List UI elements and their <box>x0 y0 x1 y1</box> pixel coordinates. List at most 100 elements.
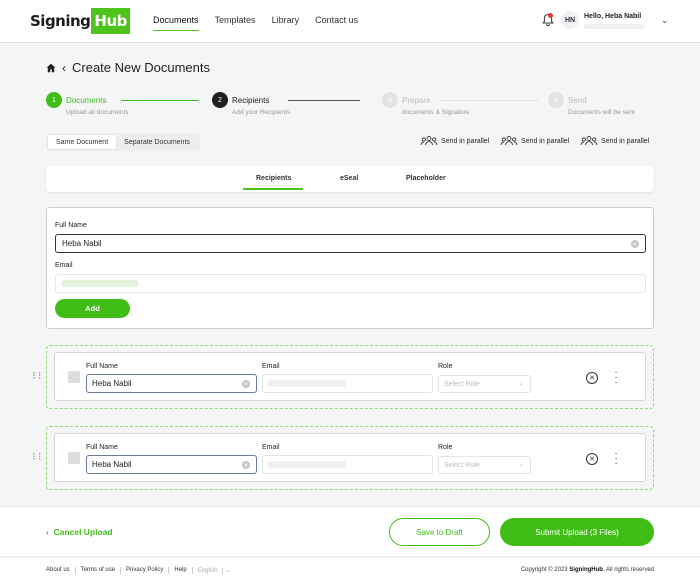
page-header: ‹ Create New Documents <box>46 60 210 75</box>
remove-recipient-icon[interactable]: ✕ <box>586 372 598 384</box>
step-sub: Upload all documents <box>66 109 129 116</box>
recipient-checkbox[interactable] <box>68 371 80 383</box>
role-placeholder: Select Role <box>444 461 480 469</box>
clear-icon[interactable]: ✕ <box>242 380 250 388</box>
drag-handle-icon[interactable]: ⠇⠇ <box>32 371 44 382</box>
notification-dot <box>548 13 553 18</box>
step-label: Send <box>568 96 587 105</box>
users-group-icon <box>580 136 598 146</box>
role-select[interactable]: Select Role ⌄ <box>438 456 531 474</box>
same-document-option[interactable]: Same Document <box>48 135 117 149</box>
copyright-suffix: . All rights reserved <box>602 567 654 573</box>
footer-link-help[interactable]: Help <box>169 567 193 574</box>
email-value-redacted <box>62 280 138 287</box>
language-label: English <box>197 568 224 574</box>
step-sub: Add your Recipients <box>232 109 291 116</box>
nav-contact-us[interactable]: Contact us <box>315 15 358 31</box>
users-group-icon <box>420 136 438 146</box>
tab-placeholder[interactable]: Placeholder <box>406 175 446 182</box>
add-recipient-form: Full Name Heba Nabil ✕ Email Add <box>46 207 654 329</box>
step-sub: documents & Signature <box>402 109 470 116</box>
role-label: Role <box>438 444 453 451</box>
cancel-upload-link[interactable]: ‹ Cancel Upload <box>46 527 113 537</box>
recipient-card: Full Name Heba Nabil ✕ Email Role Select… <box>54 433 646 482</box>
email-value-redacted <box>268 380 346 387</box>
chevron-left-icon: ‹ <box>46 527 54 537</box>
add-button[interactable]: Add <box>55 299 130 318</box>
chevron-down-icon: ⌄ <box>518 380 524 387</box>
full-name-label: Full Name <box>55 222 87 229</box>
full-name-input[interactable]: Heba Nabil ✕ <box>55 234 646 253</box>
chevron-down-icon: ⌄ <box>518 461 524 468</box>
chevron-down-icon[interactable]: ⌄ <box>661 15 669 26</box>
role-label: Role <box>438 363 453 370</box>
home-icon[interactable] <box>46 63 56 73</box>
email-label: Email <box>262 363 280 370</box>
step-label: Recipients <box>232 96 270 105</box>
recipient-name-value: Heba Nabil <box>92 379 132 388</box>
role-placeholder: Select Role <box>444 380 480 388</box>
clear-icon[interactable]: ✕ <box>631 240 639 248</box>
language-select[interactable]: English ⌄ <box>193 567 235 574</box>
action-bar: ‹ Cancel Upload Save to Draft Submit Upl… <box>0 506 700 556</box>
user-greeting[interactable]: Hello, Heba Nabil <box>584 13 641 20</box>
back-icon[interactable]: ‹ <box>62 61 66 75</box>
main-nav: Documents Templates Library Contact us <box>153 15 358 31</box>
recipient-row: Full Name Heba Nabil ✕ Email Role Select… <box>46 426 654 490</box>
email-input[interactable] <box>55 274 646 293</box>
send-in-parallel-option[interactable]: Send in parallel <box>580 135 649 147</box>
tab-eseal[interactable]: eSeal <box>340 175 358 182</box>
signinghub-logo[interactable]: Signing Hub <box>30 7 130 35</box>
clear-icon[interactable]: ✕ <box>242 461 250 469</box>
step-connector <box>121 100 199 101</box>
save-to-draft-button[interactable]: Save to Draft <box>389 518 490 546</box>
step-number: 4 <box>548 92 564 108</box>
copyright-prefix: Copyright © 2023 <box>520 567 570 573</box>
recipient-tabs: Recipients eSeal Placeholder <box>46 166 654 192</box>
remove-recipient-icon[interactable]: ✕ <box>586 453 598 465</box>
users-group-icon <box>500 136 518 146</box>
submit-upload-button[interactable]: Submit Upload (3 Files) <box>500 518 654 546</box>
active-tab-indicator <box>243 188 303 190</box>
full-name-label: Full Name <box>86 444 118 451</box>
send-in-parallel-option[interactable]: Send in parallel <box>420 135 489 147</box>
footer-link-about[interactable]: About us <box>46 567 76 574</box>
step-number: 2 <box>212 92 228 108</box>
email-label: Email <box>55 262 73 269</box>
recipient-email-input[interactable] <box>262 455 433 474</box>
more-options-icon[interactable]: · · · <box>612 449 620 469</box>
nav-templates[interactable]: Templates <box>215 15 256 31</box>
send-in-parallel-option[interactable]: Send in parallel <box>500 135 569 147</box>
send-in-parallel-label: Send in parallel <box>521 137 570 145</box>
step-label: Documents <box>66 96 107 105</box>
cancel-upload-label: Cancel Upload <box>53 527 113 537</box>
drag-handle-icon[interactable]: ⠇⠇ <box>32 452 44 463</box>
step-number: 1 <box>46 92 62 108</box>
footer: About us Terms of use Privacy Policy Hel… <box>0 557 700 583</box>
footer-link-privacy[interactable]: Privacy Policy <box>121 567 170 574</box>
step-sub: Documents will be sent <box>568 109 635 116</box>
footer-link-terms[interactable]: Terms of use <box>76 567 122 574</box>
more-options-icon[interactable]: · · · <box>612 368 620 388</box>
role-select[interactable]: Select Role ⌄ <box>438 375 531 393</box>
nav-documents[interactable]: Documents <box>153 15 199 31</box>
logo-box: Hub <box>91 8 130 34</box>
logo-text: Signing <box>30 12 91 30</box>
step-number: 3 <box>382 92 398 108</box>
recipient-card: Full Name Heba Nabil ✕ Email Role Select… <box>54 352 646 401</box>
nav-library[interactable]: Library <box>272 15 300 31</box>
send-in-parallel-label: Send in parallel <box>441 137 490 145</box>
avatar[interactable]: HN <box>561 11 579 29</box>
step-connector <box>439 100 539 101</box>
recipient-row: Full Name Heba Nabil ✕ Email Role Select… <box>46 345 654 409</box>
full-name-label: Full Name <box>86 363 118 370</box>
document-mode-toggle: Same Document Separate Documents <box>46 133 200 151</box>
recipient-checkbox[interactable] <box>68 452 80 464</box>
tab-recipients[interactable]: Recipients <box>256 175 291 182</box>
recipient-email-input[interactable] <box>262 374 433 393</box>
page-title: Create New Documents <box>72 60 210 75</box>
recipient-name-input[interactable]: Heba Nabil ✕ <box>86 374 257 393</box>
email-value-redacted <box>268 461 346 468</box>
recipient-name-input[interactable]: Heba Nabil ✕ <box>86 455 257 474</box>
separate-documents-option[interactable]: Separate Documents <box>116 135 198 149</box>
